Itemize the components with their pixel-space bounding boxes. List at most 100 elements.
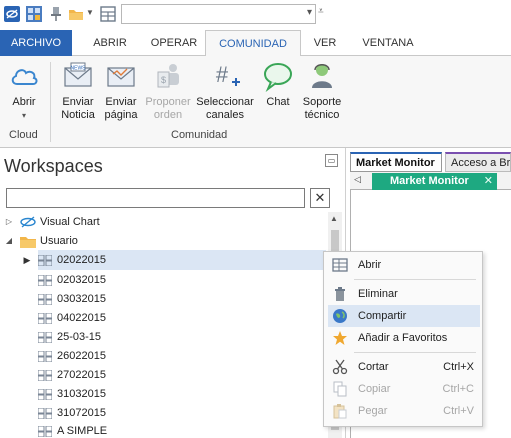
- workspace-item-selected[interactable]: ▶ 02022015: [24, 250, 326, 270]
- copy-icon: [333, 381, 347, 397]
- menu-item-cortar[interactable]: Cortar Ctrl+X: [328, 356, 480, 378]
- cloud-open-button[interactable]: Abrir ▾: [6, 60, 42, 122]
- workspace-grid-icon: [38, 407, 52, 419]
- ribbon-panel: Abrir ▾ Cloud NEWS Enviar Noticia Enviar…: [0, 56, 511, 148]
- menu-item-label: Eliminar: [358, 288, 398, 300]
- workspace-item-label: 25-03-15: [57, 331, 102, 343]
- tab-archivo[interactable]: ARCHIVO: [0, 30, 72, 56]
- tab-ver[interactable]: VER: [304, 30, 346, 56]
- customize-icon[interactable]: ⩡: [318, 6, 324, 17]
- workspace-item[interactable]: 31072015: [38, 403, 106, 423]
- pin-panel-icon[interactable]: ▭: [325, 154, 338, 167]
- workspace-item-label: 03032015: [57, 293, 106, 305]
- dropdown-icon[interactable]: ▼: [86, 8, 94, 17]
- context-menu: Abrir Eliminar Compartir Añadir a Favori…: [323, 251, 483, 427]
- chevron-down-icon[interactable]: ▾: [307, 7, 312, 18]
- tab-acceso-broker[interactable]: Acceso a Br: [445, 152, 511, 172]
- open-grid-icon: [332, 258, 348, 272]
- close-icon[interactable]: ✕: [484, 173, 493, 190]
- select-channels-button[interactable]: # Seleccionar canales: [195, 60, 255, 122]
- workspaces-search-input[interactable]: [6, 188, 305, 208]
- workspace-item[interactable]: 27022015: [38, 365, 106, 385]
- workspace-grid-icon: [38, 369, 52, 381]
- workspace-item[interactable]: 02032015: [38, 270, 106, 290]
- group-label-cloud: Cloud: [9, 129, 38, 141]
- svg-text:$: $: [161, 75, 166, 85]
- support-label-2: técnico: [304, 109, 340, 121]
- workspace-item[interactable]: 31032015: [38, 384, 106, 404]
- tree-node-usuario[interactable]: ◢ Usuario: [0, 231, 328, 251]
- collapse-icon[interactable]: ◢: [4, 231, 14, 251]
- menu-item-abrir[interactable]: Abrir: [328, 254, 480, 276]
- propose-order-button[interactable]: $ Proponer orden: [142, 60, 194, 122]
- clear-search-button[interactable]: ✕: [310, 188, 330, 208]
- quick-access-combo[interactable]: ▾: [121, 4, 316, 24]
- news-badge-text: NEWS: [71, 66, 87, 72]
- menu-item-shortcut: Ctrl+C: [442, 383, 474, 395]
- tech-support-button[interactable]: Soporte técnico: [298, 60, 346, 122]
- workspace-grid-icon: [38, 331, 52, 343]
- tab-operar[interactable]: OPERAR: [144, 30, 204, 56]
- hashtag-add-icon: #: [216, 62, 240, 87]
- workspace-item[interactable]: 25-03-15: [38, 327, 101, 347]
- tab-ventana[interactable]: VENTANA: [352, 30, 424, 56]
- scissors-icon: [332, 359, 348, 375]
- send-page-label-2: página: [104, 109, 138, 121]
- cloud-open-label: Abrir: [12, 96, 36, 108]
- scroll-up-icon[interactable]: ▲: [330, 214, 338, 223]
- send-news-label: Enviar: [62, 96, 94, 108]
- document-tab-bar: Market Monitor Acceso a Br: [350, 150, 511, 172]
- workspaces-title: Workspaces: [4, 156, 103, 176]
- group-label-comunidad: Comunidad: [171, 129, 228, 141]
- menu-item-shortcut: Ctrl+V: [443, 405, 474, 417]
- workspace-item[interactable]: 26022015: [38, 346, 106, 366]
- market-monitor-inner-tab[interactable]: Market Monitor ✕: [372, 173, 497, 190]
- svg-text:#: #: [216, 62, 229, 87]
- menu-item-pegar[interactable]: Pegar Ctrl+V: [328, 400, 480, 422]
- menu-item-label: Copiar: [358, 383, 391, 395]
- menu-item-favoritos[interactable]: Añadir a Favoritos: [328, 327, 480, 349]
- paste-icon: [333, 404, 347, 419]
- star-icon: [333, 331, 347, 345]
- menu-item-label: Añadir a Favoritos: [358, 332, 448, 344]
- tree-node-label: Visual Chart: [40, 216, 100, 228]
- folder-icon: [20, 237, 36, 248]
- inner-tab-bar: ◁ Market Monitor ✕: [350, 172, 511, 190]
- workspace-item[interactable]: 04022015: [38, 308, 106, 328]
- layout-icon[interactable]: [100, 6, 116, 22]
- tree-node-visual-chart[interactable]: ▷ Visual Chart: [0, 212, 328, 232]
- workspace-item-label: 26022015: [57, 350, 106, 362]
- send-page-label: Enviar: [105, 96, 137, 108]
- expand-icon[interactable]: ▷: [4, 212, 14, 232]
- chevron-down-icon: ▾: [21, 111, 26, 120]
- cloud-icon: [11, 69, 38, 85]
- folder-icon[interactable]: [68, 6, 84, 22]
- send-page-button[interactable]: Enviar página: [101, 60, 141, 122]
- workspace-item[interactable]: 03032015: [38, 289, 106, 309]
- menu-item-eliminar[interactable]: Eliminar: [328, 283, 480, 305]
- workspaces-tree: ▷ Visual Chart ◢ Usuario ▶ 02022015 0203…: [0, 212, 342, 438]
- group-separator: [50, 62, 51, 142]
- tab-abrir[interactable]: ABRIR: [76, 30, 144, 56]
- propose-order-icon: $: [157, 64, 179, 88]
- chat-button[interactable]: Chat: [260, 60, 296, 109]
- trash-icon: [335, 287, 345, 301]
- send-news-label-2: Noticia: [61, 109, 95, 121]
- workspace-grid-icon: [38, 293, 52, 305]
- support-agent-icon: [312, 64, 332, 88]
- expand-icon[interactable]: ▶: [22, 250, 32, 270]
- tab-comunidad[interactable]: COMUNIDAD: [205, 30, 301, 57]
- scroll-left-icon[interactable]: ◁: [354, 174, 361, 185]
- menu-item-compartir[interactable]: Compartir: [328, 305, 480, 327]
- tab-market-monitor[interactable]: Market Monitor: [350, 152, 442, 172]
- workspace-grid-icon: [38, 312, 52, 324]
- menu-item-copiar[interactable]: Copiar Ctrl+C: [328, 378, 480, 400]
- workspace-icon[interactable]: [26, 6, 42, 22]
- send-news-button[interactable]: NEWS Enviar Noticia: [55, 60, 101, 122]
- menu-item-label: Abrir: [358, 259, 382, 271]
- workspace-grid-icon: [38, 350, 52, 362]
- workspace-item[interactable]: A SIMPLE: [38, 421, 107, 438]
- workspace-item-label: 27022015: [57, 369, 106, 381]
- app-logo-icon[interactable]: [4, 6, 20, 22]
- pin-icon[interactable]: [48, 6, 64, 22]
